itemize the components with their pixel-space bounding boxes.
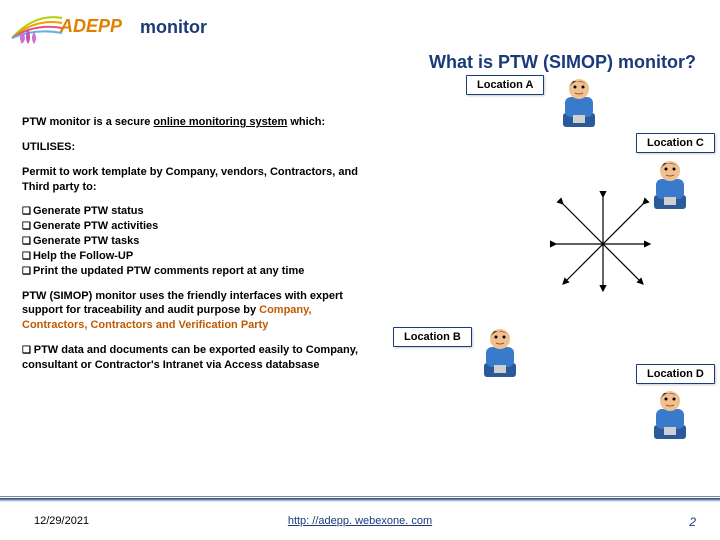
description-text: PTW (SIMOP) monitor uses the friendly in…	[22, 289, 372, 334]
location-b-tag: Location B	[393, 327, 472, 347]
export-text: PTW data and documents can be exported e…	[22, 343, 372, 373]
person-b-icon	[476, 325, 524, 379]
location-c-tag: Location C	[636, 133, 715, 153]
footer-page-number: 2	[689, 515, 696, 529]
bullet-1: Generate PTW status	[22, 204, 372, 219]
compass-arrows-icon	[548, 189, 658, 299]
bullet-3: Generate PTW tasks	[22, 234, 372, 249]
brand-word: monitor	[140, 17, 207, 38]
footer-link[interactable]: http: //adepp. webexone. com	[0, 515, 720, 527]
intro-mid: online monitoring system	[153, 116, 287, 128]
bullet-4: Help the Follow-UP	[22, 249, 372, 264]
person-d-icon	[646, 387, 694, 441]
permit-text: Permit to work template by Company, vend…	[22, 165, 372, 195]
left-column: PTW monitor is a secure online monitorin…	[22, 115, 372, 379]
header: ADEPP monitor	[0, 0, 720, 48]
bullet-list: Generate PTW status Generate PTW activit…	[22, 204, 372, 278]
content-area: Location A Location C Location B Locatio…	[0, 79, 720, 489]
bullet-2: Generate PTW activities	[22, 219, 372, 234]
utilises-heading: UTILISES:	[22, 140, 372, 155]
person-a-icon	[555, 75, 603, 129]
intro-text: PTW monitor is a secure online monitorin…	[22, 115, 372, 130]
logo-swirl-icon	[10, 8, 65, 46]
bullet-5: Print the updated PTW comments report at…	[22, 264, 372, 279]
logo-text: ADEPP	[60, 16, 122, 37]
footer: 12/29/2021 http: //adepp. webexone. com …	[0, 496, 720, 540]
location-d-tag: Location D	[636, 364, 715, 384]
intro-post: which:	[287, 116, 325, 128]
brand-logo: ADEPP	[10, 8, 120, 46]
page-title: What is PTW (SIMOP) monitor?	[0, 48, 720, 79]
location-a-tag: Location A	[466, 75, 544, 95]
footer-gradient	[0, 498, 720, 502]
intro-pre: PTW monitor is a secure	[22, 116, 153, 128]
